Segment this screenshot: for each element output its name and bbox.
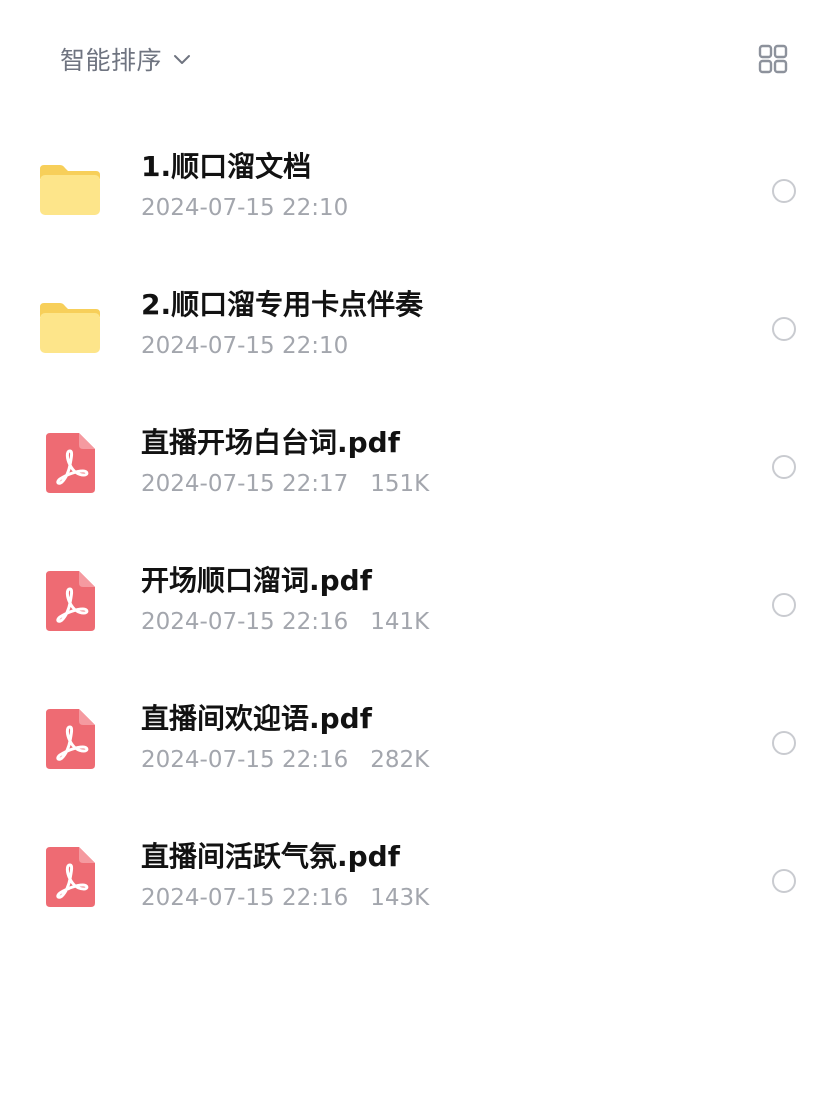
list-item[interactable]: 2.顺口溜专用卡点伴奏 2024-07-15 22:10 bbox=[0, 265, 828, 403]
chevron-down-icon bbox=[174, 55, 191, 64]
file-size: 141K bbox=[370, 609, 430, 635]
file-name: 开场顺口溜词.pdf bbox=[141, 564, 372, 597]
file-size: 151K bbox=[370, 471, 430, 497]
list-item[interactable]: 直播间欢迎语.pdf 2024-07-15 22:16 282K bbox=[0, 679, 828, 817]
pdf-file-icon bbox=[46, 709, 95, 769]
file-date: 2024-07-15 22:10 bbox=[141, 333, 349, 359]
file-name: 1.顺口溜文档 bbox=[141, 150, 312, 183]
file-meta: 2024-07-15 22:10 bbox=[141, 331, 348, 361]
list-item[interactable]: 开场顺口溜词.pdf 2024-07-15 22:16 141K bbox=[0, 541, 828, 679]
folder-icon bbox=[40, 303, 100, 353]
select-radio[interactable] bbox=[772, 455, 796, 479]
file-name: 直播开场白台词.pdf bbox=[141, 426, 400, 459]
select-radio[interactable] bbox=[772, 869, 796, 893]
select-radio[interactable] bbox=[772, 317, 796, 341]
file-meta: 2024-07-15 22:16 282K bbox=[141, 745, 429, 775]
file-size: 282K bbox=[370, 747, 430, 773]
list-item[interactable]: 直播间活跃气氛.pdf 2024-07-15 22:16 143K bbox=[0, 817, 828, 955]
grid-view-icon[interactable] bbox=[757, 43, 789, 75]
toolbar: 智能排序 bbox=[0, 0, 828, 118]
file-date: 2024-07-15 22:17 bbox=[141, 471, 349, 497]
list-item[interactable]: 直播开场白台词.pdf 2024-07-15 22:17 151K bbox=[0, 403, 828, 541]
select-radio[interactable] bbox=[772, 179, 796, 203]
file-size: 143K bbox=[370, 885, 430, 911]
pdf-file-icon bbox=[46, 433, 95, 493]
list-item[interactable]: 1.顺口溜文档 2024-07-15 22:10 bbox=[0, 127, 828, 265]
file-date: 2024-07-15 22:16 bbox=[141, 885, 349, 911]
file-meta: 2024-07-15 22:17 151K bbox=[141, 469, 429, 499]
sort-label: 智能排序 bbox=[60, 46, 163, 75]
file-name: 2.顺口溜专用卡点伴奏 bbox=[141, 288, 424, 321]
file-meta: 2024-07-15 22:10 bbox=[141, 193, 348, 223]
file-name: 直播间欢迎语.pdf bbox=[141, 702, 372, 735]
select-radio[interactable] bbox=[772, 593, 796, 617]
file-name: 直播间活跃气氛.pdf bbox=[141, 840, 400, 873]
file-date: 2024-07-15 22:10 bbox=[141, 195, 349, 221]
pdf-file-icon bbox=[46, 571, 95, 631]
select-radio[interactable] bbox=[772, 731, 796, 755]
pdf-file-icon bbox=[46, 847, 95, 907]
sort-dropdown[interactable]: 智能排序 bbox=[60, 40, 192, 78]
folder-icon bbox=[40, 165, 100, 215]
file-meta: 2024-07-15 22:16 141K bbox=[141, 607, 429, 637]
file-date: 2024-07-15 22:16 bbox=[141, 747, 349, 773]
file-date: 2024-07-15 22:16 bbox=[141, 609, 349, 635]
file-meta: 2024-07-15 22:16 143K bbox=[141, 883, 429, 913]
